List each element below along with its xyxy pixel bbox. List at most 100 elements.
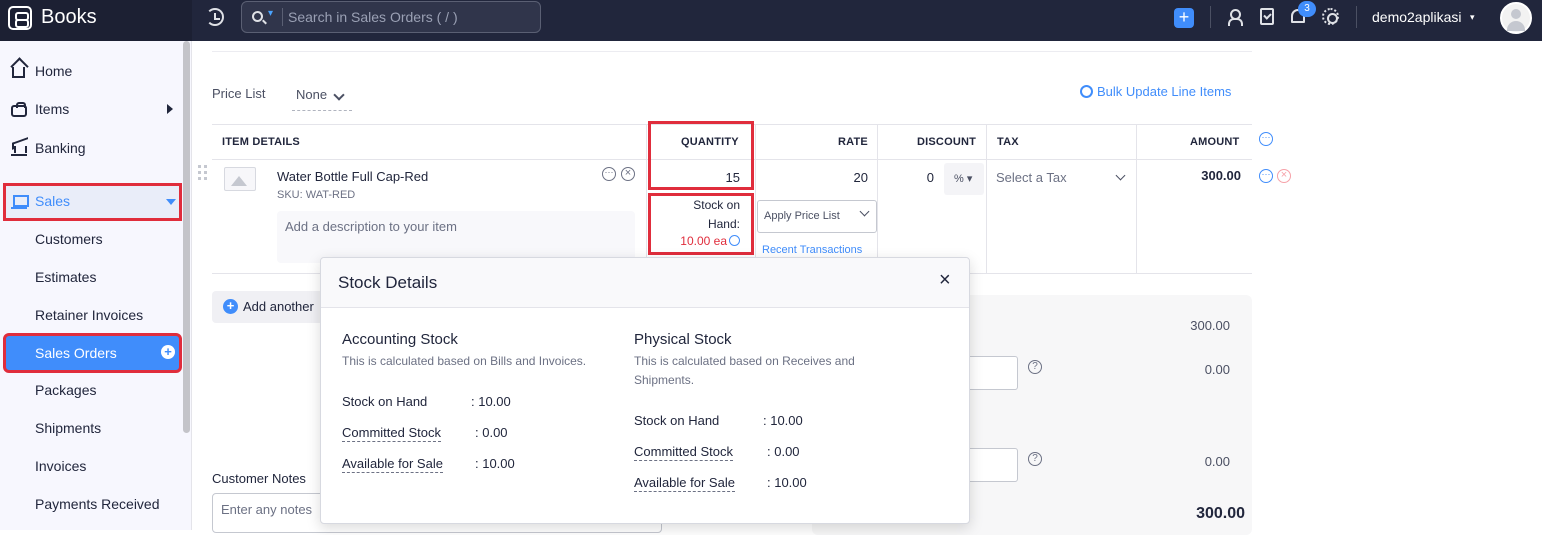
recent-transactions-link[interactable]: Recent Transactions	[762, 244, 862, 256]
customer-notes-placeholder: Enter any notes	[221, 502, 313, 517]
cart-icon	[11, 193, 29, 209]
sidebar-item-items[interactable]: Items	[0, 93, 180, 125]
row-more-icon[interactable]: ···	[1259, 169, 1273, 183]
column-header-amount: AMOUNT	[1190, 136, 1240, 148]
sidebar-item-sales[interactable]: Sales	[3, 183, 182, 221]
toolbar-divider	[1356, 6, 1357, 28]
discount-input[interactable]: 0	[892, 170, 934, 185]
sidebar-item-label: Sales	[35, 193, 71, 209]
bank-icon	[11, 140, 27, 156]
chevron-down-icon[interactable]: ▾	[268, 8, 273, 19]
column-divider	[986, 124, 987, 274]
column-divider	[646, 124, 647, 274]
sidebar-item-sales-orders[interactable]: Sales Orders +	[3, 333, 182, 373]
sidebar-item-shipments[interactable]: Shipments	[35, 420, 101, 436]
chevron-down-icon[interactable]: ▾	[1470, 12, 1475, 23]
apply-price-list-label: Apply Price List	[764, 210, 840, 222]
brand[interactable]: Books	[0, 0, 192, 41]
books-logo-icon	[8, 6, 32, 30]
adjustment-input[interactable]	[962, 448, 1018, 482]
accounting-stock-on-hand-label: Stock on Hand	[342, 394, 428, 409]
org-switcher[interactable]: demo2aplikasi	[1372, 9, 1462, 25]
sidebar-item-label: Sales Orders	[35, 345, 117, 361]
home-icon	[12, 67, 25, 78]
row-delete-icon[interactable]: ×	[1277, 169, 1291, 183]
stock-details-popover: Stock Details × Accounting Stock This is…	[320, 257, 970, 524]
column-header-item-details: ITEM DETAILS	[222, 136, 300, 148]
chevron-right-icon	[167, 104, 173, 114]
tax-select[interactable]: Select a Tax	[996, 170, 1067, 185]
sidebar-item-banking[interactable]: Banking	[0, 132, 180, 164]
sidebar-item-home[interactable]: Home	[0, 55, 180, 87]
top-bar: Books ▾ + 3 demo2aplikasi ▾	[0, 0, 1542, 41]
users-icon[interactable]	[1228, 9, 1244, 26]
search-divider	[282, 8, 283, 26]
physical-available-value: : 10.00	[767, 475, 807, 490]
sidebar: Home Items Banking Sales Customers Estim…	[0, 41, 192, 530]
rate-input[interactable]: 20	[792, 170, 868, 185]
gear-icon	[1080, 85, 1093, 98]
help-icon[interactable]: ?	[1028, 360, 1042, 374]
sidebar-item-label: Items	[35, 101, 70, 117]
sidebar-item-retainer-invoices[interactable]: Retainer Invoices	[35, 307, 143, 323]
price-list-label: Price List	[212, 86, 266, 101]
customer-notes-label: Customer Notes	[212, 471, 306, 486]
physical-stock-on-hand-value: : 10.00	[763, 413, 803, 428]
item-description-input[interactable]: Add a description to your item	[277, 211, 635, 263]
accounting-available-label[interactable]: Available for Sale	[342, 456, 443, 473]
item-more-icon[interactable]: ···	[602, 167, 616, 181]
sidebar-item-label: Home	[35, 63, 73, 79]
subtotal-value: 300.00	[1190, 318, 1230, 333]
item-sku: SKU: WAT-RED	[277, 189, 356, 201]
search-icon[interactable]	[252, 11, 263, 22]
accounting-stock-desc: This is calculated based on Bills and In…	[342, 354, 587, 368]
apply-price-list-select[interactable]: Apply Price List	[757, 200, 877, 233]
sidebar-scrollbar[interactable]	[183, 41, 190, 433]
history-icon[interactable]	[206, 8, 224, 26]
column-header-discount: DISCOUNT	[917, 136, 977, 148]
add-sales-order-icon[interactable]: +	[161, 345, 175, 359]
item-remove-icon[interactable]: ×	[621, 167, 635, 181]
drag-handle-icon[interactable]	[198, 165, 208, 181]
sidebar-item-payments-received[interactable]: Payments Received	[35, 496, 160, 512]
image-placeholder-icon[interactable]	[224, 167, 256, 191]
column-divider	[1136, 124, 1137, 274]
description-placeholder: Add a description to your item	[285, 219, 457, 234]
avatar[interactable]	[1500, 2, 1532, 34]
sidebar-item-invoices[interactable]: Invoices	[35, 458, 86, 474]
search-input[interactable]	[288, 2, 538, 32]
column-settings-icon[interactable]: ···	[1259, 132, 1273, 146]
chevron-down-icon[interactable]	[729, 235, 740, 246]
accounting-available-value: : 10.00	[475, 456, 515, 471]
amount-value: 300.00	[1201, 168, 1241, 183]
popover-header: Stock Details ×	[321, 258, 969, 308]
adjustment-value: 0.00	[1204, 454, 1230, 469]
price-list-select[interactable]: None	[292, 85, 352, 111]
accounting-committed-stock-label[interactable]: Committed Stock	[342, 425, 441, 442]
task-icon[interactable]	[1260, 8, 1274, 25]
accounting-stock-title: Accounting Stock	[342, 331, 458, 348]
chevron-down-icon[interactable]	[1115, 170, 1126, 181]
adjustment-input[interactable]	[962, 356, 1018, 390]
bulk-update-link[interactable]: Bulk Update Line Items	[1080, 84, 1231, 99]
physical-available-label[interactable]: Available for Sale	[634, 475, 735, 492]
sidebar-item-customers[interactable]: Customers	[35, 231, 103, 247]
physical-committed-stock-label[interactable]: Committed Stock	[634, 444, 733, 461]
sidebar-item-estimates[interactable]: Estimates	[35, 269, 96, 285]
popover-title: Stock Details	[338, 273, 438, 292]
accounting-committed-stock-value: : 0.00	[475, 425, 508, 440]
quantity-input[interactable]: 15	[652, 170, 740, 185]
discount-unit-select[interactable]: % ▾	[944, 163, 984, 195]
help-icon[interactable]: ?	[1028, 452, 1042, 466]
gear-icon[interactable]	[1322, 8, 1339, 25]
item-name[interactable]: Water Bottle Full Cap-Red	[277, 169, 428, 184]
close-icon[interactable]: ×	[939, 269, 951, 292]
chevron-down-icon	[166, 199, 176, 205]
quick-create-button[interactable]: +	[1174, 8, 1194, 28]
sidebar-item-packages[interactable]: Packages	[35, 382, 96, 398]
stock-on-hand-label: Stock on Hand:	[693, 198, 740, 231]
plus-circle-icon: +	[223, 299, 238, 314]
stock-on-hand-value[interactable]: 10.00 ea	[660, 234, 740, 248]
physical-stock-desc: This is calculated based on Receives and…	[634, 354, 855, 387]
physical-committed-stock-value: : 0.00	[767, 444, 800, 459]
